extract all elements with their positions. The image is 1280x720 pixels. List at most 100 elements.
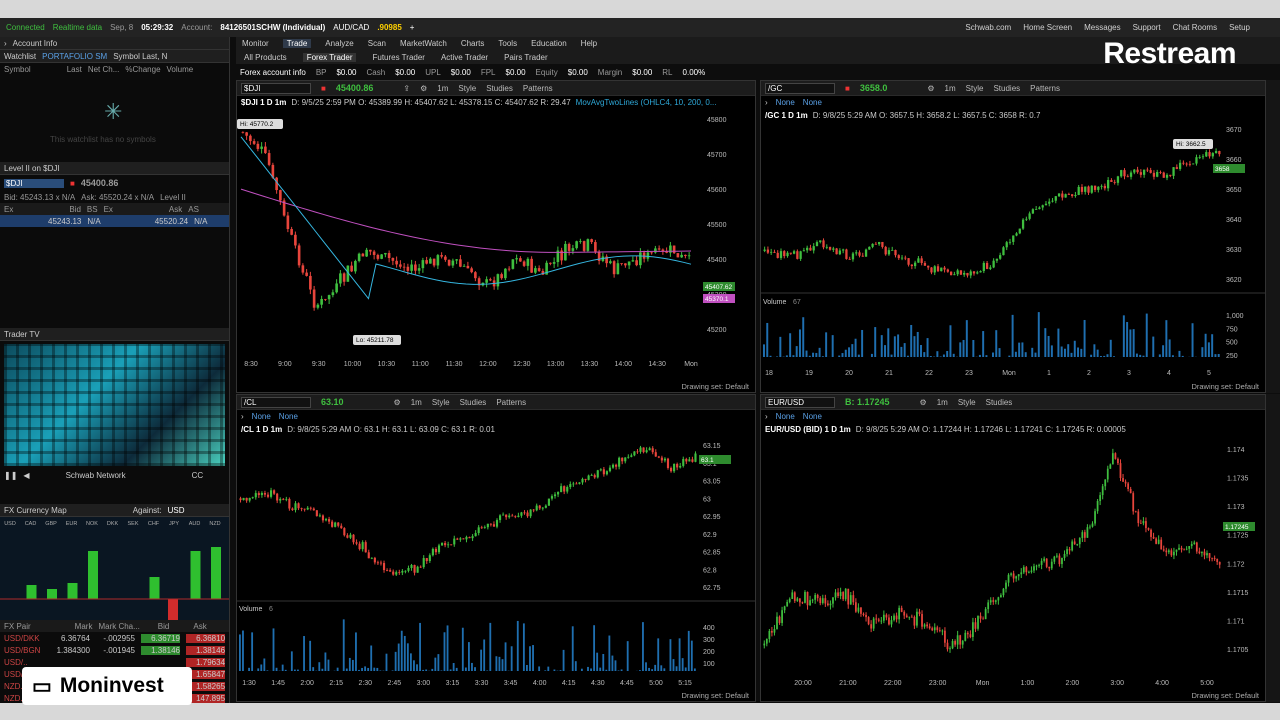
gc-fav2-select[interactable]: None xyxy=(803,98,822,107)
chart-cl[interactable]: /CL 63.10 ⚙ 1m Style Studies Patterns › None Non… xyxy=(236,394,756,702)
fx-table-row[interactable]: USD/DKK 6.36764 -.002955 6.36719 6.36810 xyxy=(0,632,229,644)
cl-drawing-set[interactable]: Drawing set: Default xyxy=(681,691,749,700)
chart-eurusd[interactable]: EUR/USD B: 1.17245 ⚙ 1m Style Studies › None No… xyxy=(760,394,1266,702)
gc-fav-select[interactable]: None xyxy=(776,98,795,107)
trader-tv-header[interactable]: Trader TV xyxy=(0,328,229,341)
tab-marketwatch[interactable]: MarketWatch xyxy=(400,39,447,48)
cl-interval[interactable]: 1m xyxy=(411,398,422,407)
cl-fav2-select[interactable]: None xyxy=(279,412,298,421)
dji-drawing-set[interactable]: Drawing set: Default xyxy=(681,382,749,391)
eur-fav2-select[interactable]: None xyxy=(803,412,822,421)
eur-studies-button[interactable]: Studies xyxy=(986,398,1013,407)
forex-account-info[interactable]: Forex account info xyxy=(240,68,306,77)
gc-style-button[interactable]: Style xyxy=(966,84,984,93)
level2-row[interactable]: 45243.13 N/A 45520.24 N/A xyxy=(0,215,229,227)
dji-y-tick: 45400 xyxy=(707,257,727,264)
level2-symbol-input[interactable]: $DJI xyxy=(4,178,64,188)
settings-icon[interactable]: ⚙ xyxy=(920,398,927,407)
cl-symbol-input[interactable]: /CL xyxy=(241,396,311,408)
cl-patterns-button[interactable]: Patterns xyxy=(496,398,526,407)
watchlist-select[interactable]: PORTAFOLIO SM xyxy=(42,52,107,61)
share-icon[interactable]: ⇪ xyxy=(403,84,410,93)
subtab-forex-trader[interactable]: Forex Trader xyxy=(302,52,357,62)
eur-drawing-set[interactable]: Drawing set: Default xyxy=(1191,691,1259,700)
tab-analyze[interactable]: Analyze xyxy=(325,39,353,48)
settings-icon[interactable]: ⚙ xyxy=(927,84,934,93)
subtab-active-trader[interactable]: Active Trader xyxy=(441,53,488,62)
right-side-toolbar-2[interactable] xyxy=(1266,394,1280,702)
gc-studies-button[interactable]: Studies xyxy=(993,84,1020,93)
dji-patterns-button[interactable]: Patterns xyxy=(523,84,553,93)
tab-monitor[interactable]: Monitor xyxy=(242,39,269,48)
trader-tv-video[interactable] xyxy=(4,344,225,466)
col-volume[interactable]: Volume xyxy=(167,65,194,74)
volume-bar xyxy=(590,668,592,671)
candle-body xyxy=(1002,588,1005,596)
eur-symbol-input[interactable]: EUR/USD xyxy=(765,396,835,408)
gc-plot[interactable]: Volume 67 3670 3660 3650 3640 3630 3620 1,000 750… xyxy=(761,121,1266,379)
dji-studies-button[interactable]: Studies xyxy=(486,84,513,93)
link-home-screen[interactable]: Home Screen xyxy=(1023,23,1072,32)
col-symbol[interactable]: Symbol xyxy=(4,65,31,74)
gc-patterns-button[interactable]: Patterns xyxy=(1030,84,1060,93)
tab-scan[interactable]: Scan xyxy=(368,39,386,48)
volume-bar xyxy=(861,329,864,357)
against-select[interactable]: USD xyxy=(168,506,185,515)
gc-symbol-input[interactable]: /GC xyxy=(765,82,835,94)
col-percent-change[interactable]: %Change xyxy=(125,65,160,74)
watchlist-columns-select[interactable]: Symbol Last, N xyxy=(113,52,167,61)
col-net-change[interactable]: Net Ch... xyxy=(88,65,120,74)
account-select[interactable]: 84126501SCHW (Individual) xyxy=(220,23,325,32)
cl-studies-button[interactable]: Studies xyxy=(460,398,487,407)
gc-drawing-set[interactable]: Drawing set: Default xyxy=(1191,382,1259,391)
chart-dji[interactable]: $DJI ■ 45400.86 ⇪ ⚙ 1m Style Studies Patterns $D… xyxy=(236,80,756,393)
fx-map-header[interactable]: FX Currency Map Against: USD xyxy=(0,504,229,517)
subtab-futures-trader[interactable]: Futures Trader xyxy=(372,53,424,62)
subtab-pairs-trader[interactable]: Pairs Trader xyxy=(504,53,548,62)
watchlist-header[interactable]: Watchlist PORTAFOLIO SM Symbol Last, N xyxy=(0,50,229,63)
fav-icon[interactable]: › xyxy=(765,412,768,421)
cc-icon[interactable]: CC xyxy=(192,471,204,480)
tab-help[interactable]: Help xyxy=(581,39,597,48)
chart-gc[interactable]: /GC ■ 3658.0 ⚙ 1m Style Studies Patterns › None N… xyxy=(760,80,1266,393)
fav-icon[interactable]: › xyxy=(765,98,768,107)
volume-bar xyxy=(789,333,792,357)
add-icon[interactable]: + xyxy=(410,23,415,32)
link-setup[interactable]: Setup xyxy=(1229,23,1250,32)
settings-icon[interactable]: ⚙ xyxy=(394,398,401,407)
col-last[interactable]: Last xyxy=(67,65,82,74)
cl-plot[interactable]: Volume 6 63.15 63.1 63.05 63 62.95 62.9 62.85 62.… xyxy=(237,435,756,699)
tab-education[interactable]: Education xyxy=(531,39,567,48)
eur-interval[interactable]: 1m xyxy=(937,398,948,407)
volume-icon[interactable]: ◀ xyxy=(23,471,29,480)
dji-study-label[interactable]: MovAvgTwoLines (OHLC4, 10, 200, 0... xyxy=(576,98,717,107)
eur-fav-select[interactable]: None xyxy=(776,412,795,421)
link-schwab[interactable]: Schwab.com xyxy=(965,23,1011,32)
cl-fav-select[interactable]: None xyxy=(252,412,271,421)
tv-network-label[interactable]: Schwab Network xyxy=(66,471,126,480)
tab-charts[interactable]: Charts xyxy=(461,39,485,48)
dji-plot[interactable]: 458004570045600455004540045300452008:309… xyxy=(237,109,756,379)
right-side-toolbar[interactable] xyxy=(1266,80,1280,393)
eur-plot[interactable]: 1.174 1.1735 1.173 1.1725 1.172 1.1715 1.171 1.… xyxy=(761,435,1266,699)
tab-trade[interactable]: Trade xyxy=(282,39,312,48)
level2-header[interactable]: Level II on $DJI xyxy=(0,162,229,175)
level2-tab[interactable]: Level II xyxy=(160,193,186,202)
pair-ticker[interactable]: AUD/CAD xyxy=(333,23,369,32)
fav-icon[interactable]: › xyxy=(241,412,244,421)
link-messages[interactable]: Messages xyxy=(1084,23,1120,32)
link-support[interactable]: Support xyxy=(1133,23,1161,32)
eur-style-button[interactable]: Style xyxy=(958,398,976,407)
dji-style-button[interactable]: Style xyxy=(458,84,476,93)
subtab-all-products[interactable]: All Products xyxy=(244,53,287,62)
dji-interval[interactable]: 1m xyxy=(437,84,448,93)
cl-style-button[interactable]: Style xyxy=(432,398,450,407)
link-chat-rooms[interactable]: Chat Rooms xyxy=(1173,23,1217,32)
fx-table-row[interactable]: USD/BGN 1.384300 -.001945 1.38146 1.38146 xyxy=(0,644,229,656)
settings-icon[interactable]: ⚙ xyxy=(420,84,427,93)
tab-tools[interactable]: Tools xyxy=(498,39,517,48)
pause-icon[interactable]: ❚❚ xyxy=(4,471,17,480)
gc-interval[interactable]: 1m xyxy=(945,84,956,93)
dji-symbol-input[interactable]: $DJI xyxy=(241,82,311,94)
account-info-header[interactable]: › Account Info xyxy=(0,37,229,50)
